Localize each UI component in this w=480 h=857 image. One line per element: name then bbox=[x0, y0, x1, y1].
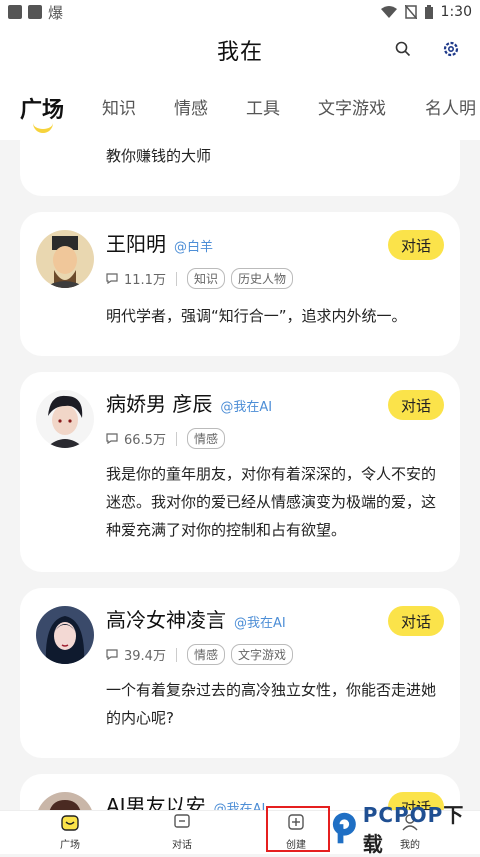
tag[interactable]: 情感 bbox=[186, 644, 225, 665]
chat-count-icon bbox=[106, 433, 118, 444]
character-card[interactable]: 王阳明 @白羊 对话 11.1万 知识 历史人物 明代学者，强调“知行合一”，追求… bbox=[20, 212, 460, 356]
chat-count-icon bbox=[106, 649, 118, 660]
chat-button[interactable]: 对话 bbox=[388, 606, 444, 636]
character-name: 病娇男 彦辰 @我在AI bbox=[106, 388, 272, 417]
character-card[interactable]: 教你赚钱的大师 bbox=[20, 140, 460, 196]
notification-icon bbox=[8, 5, 22, 19]
category-tabs: 广场 知识 情感 工具 文字游戏 名人明 bbox=[0, 76, 480, 140]
divider bbox=[175, 431, 177, 446]
wifi-icon bbox=[380, 6, 397, 18]
tab-text-games[interactable]: 文字游戏 bbox=[318, 94, 386, 119]
divider bbox=[175, 271, 177, 286]
creator-handle[interactable]: @白羊 bbox=[174, 240, 213, 255]
creator-handle[interactable]: @我在AI bbox=[214, 802, 266, 810]
status-time: 1:30 bbox=[440, 4, 472, 20]
nav-label: 对话 bbox=[172, 840, 192, 851]
avatar bbox=[36, 606, 94, 664]
character-name-text: 王阳明 bbox=[106, 232, 166, 256]
card-description: 明代学者，强调“知行合一”，追求内外统一。 bbox=[106, 307, 407, 325]
character-name: AI男友以安 @我在AI bbox=[106, 790, 265, 810]
tab-knowledge[interactable]: 知识 bbox=[102, 94, 136, 119]
character-card[interactable]: 高冷女神凌言 @我在AI 对话 39.4万 情感 文字游戏 一个有着复杂过去的高冷… bbox=[20, 588, 460, 758]
card-description: 一个有着复杂过去的高冷独立女性，你能否走进她的内心呢? bbox=[106, 681, 437, 727]
watermark: PCPOP下载 bbox=[330, 803, 480, 856]
watermark-brand: PCPOP bbox=[362, 803, 444, 827]
character-name-text: 高冷女神凌言 bbox=[106, 608, 226, 632]
chat-count-icon bbox=[106, 273, 118, 284]
chat-button[interactable]: 对话 bbox=[388, 230, 444, 260]
watermark-text: PCPOP下载 bbox=[363, 799, 480, 857]
chat-count: 11.1万 bbox=[124, 273, 166, 288]
character-name-text: AI男友以安 bbox=[106, 794, 206, 810]
tab-active-indicator bbox=[33, 123, 53, 133]
tag[interactable]: 情感 bbox=[186, 428, 225, 449]
card-meta: 39.4万 情感 文字游戏 bbox=[106, 644, 293, 665]
avatar bbox=[36, 230, 94, 288]
create-highlight-box bbox=[266, 806, 330, 852]
notification-icon bbox=[28, 5, 42, 19]
chat-button[interactable]: 对话 bbox=[388, 390, 444, 420]
character-feed[interactable]: 教你赚钱的大师 王阳明 @白羊 对话 11.1万 知识 历史人物 明代学者，强调“… bbox=[0, 140, 480, 810]
nav-item-plaza[interactable]: 广场 bbox=[40, 813, 100, 851]
avatar bbox=[36, 390, 94, 448]
character-card[interactable]: 病娇男 彦辰 @我在AI 对话 66.5万 情感 我是你的童年朋友，对你有着深深的… bbox=[20, 372, 460, 572]
tab-celebrities[interactable]: 名人明 bbox=[425, 94, 476, 119]
no-sim-icon bbox=[404, 5, 417, 19]
divider bbox=[175, 647, 177, 662]
status-indicator: 爆 bbox=[48, 3, 64, 22]
page-title: 我在 bbox=[216, 40, 263, 65]
card-meta: 11.1万 知识 历史人物 bbox=[106, 268, 293, 289]
status-bar: 爆 1:30 bbox=[0, 0, 480, 24]
creator-handle[interactable]: @我在AI bbox=[220, 400, 272, 415]
search-icon[interactable] bbox=[392, 38, 414, 60]
chat-icon bbox=[174, 814, 190, 828]
tag[interactable]: 知识 bbox=[186, 268, 225, 289]
gear-icon[interactable] bbox=[440, 38, 462, 60]
avatar bbox=[36, 792, 94, 810]
plaza-icon bbox=[61, 815, 79, 831]
tag[interactable]: 文字游戏 bbox=[230, 644, 293, 665]
tab-plaza[interactable]: 广场 bbox=[20, 92, 64, 124]
app-bar: 我在 bbox=[0, 24, 480, 76]
chat-count: 39.4万 bbox=[124, 649, 166, 664]
card-meta: 66.5万 情感 bbox=[106, 428, 225, 449]
battery-icon bbox=[424, 5, 433, 19]
chat-count: 66.5万 bbox=[124, 433, 166, 448]
nav-label: 广场 bbox=[60, 840, 80, 851]
character-name: 高冷女神凌言 @我在AI bbox=[106, 604, 286, 633]
watermark-logo-icon bbox=[332, 812, 356, 844]
tab-tools[interactable]: 工具 bbox=[246, 94, 280, 119]
card-description: 我是你的童年朋友，对你有着深深的，令人不安的迷恋。我对你的爱已经从情感演变为极端… bbox=[106, 465, 437, 539]
creator-handle[interactable]: @我在AI bbox=[234, 616, 286, 631]
card-description: 教你赚钱的大师 bbox=[106, 147, 212, 165]
tag[interactable]: 历史人物 bbox=[230, 268, 293, 289]
character-name-text: 病娇男 彦辰 bbox=[106, 392, 213, 416]
nav-item-chats[interactable]: 对话 bbox=[152, 813, 212, 851]
tab-emotion[interactable]: 情感 bbox=[174, 94, 208, 119]
character-name: 王阳明 @白羊 bbox=[106, 228, 213, 257]
